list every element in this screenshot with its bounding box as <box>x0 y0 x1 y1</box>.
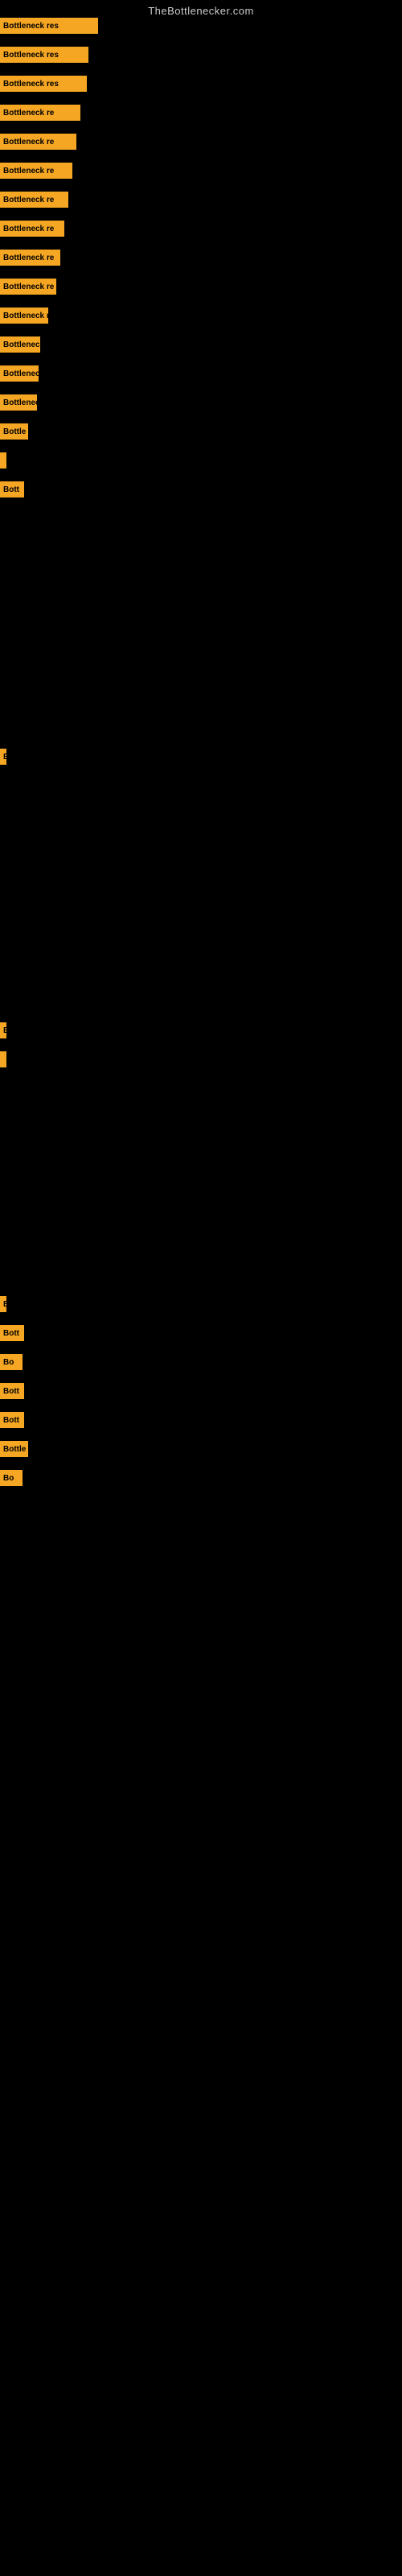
bottleneck-bar-11: Bottleneck r <box>0 308 48 324</box>
bottleneck-bar-14: Bottleneck <box>0 394 37 411</box>
bottleneck-bar-2: Bottleneck res <box>0 47 88 63</box>
bottleneck-bar-12: Bottleneck <box>0 336 40 353</box>
bottleneck-bar-13: Bottleneck <box>0 365 39 382</box>
bottleneck-bar-3: Bottleneck res <box>0 76 87 92</box>
bottleneck-bar-20 <box>0 1051 6 1067</box>
bottleneck-bar-4: Bottleneck re <box>0 105 80 121</box>
bottleneck-bar-1: Bottleneck res <box>0 18 98 34</box>
bottleneck-bar-18: B <box>0 749 6 765</box>
bottleneck-bar-10: Bottleneck re <box>0 279 56 295</box>
bottleneck-bar-23: Bo <box>0 1354 23 1370</box>
bottleneck-bar-19: B <box>0 1022 6 1038</box>
bottleneck-bar-16 <box>0 452 6 469</box>
bottleneck-bar-24: Bott <box>0 1383 24 1399</box>
bottleneck-bar-5: Bottleneck re <box>0 134 76 150</box>
bottleneck-bar-25: Bott <box>0 1412 24 1428</box>
bottleneck-bar-26: Bottle <box>0 1441 28 1457</box>
bottleneck-bar-7: Bottleneck re <box>0 192 68 208</box>
bottleneck-bar-6: Bottleneck re <box>0 163 72 179</box>
bottleneck-bar-22: Bott <box>0 1325 24 1341</box>
bottleneck-bar-21: B <box>0 1296 6 1312</box>
bottleneck-bar-15: Bottle <box>0 423 28 440</box>
bottleneck-bar-8: Bottleneck re <box>0 221 64 237</box>
bottleneck-bar-9: Bottleneck re <box>0 250 60 266</box>
bottleneck-bar-17: Bott <box>0 481 24 497</box>
bottleneck-bar-27: Bo <box>0 1470 23 1486</box>
